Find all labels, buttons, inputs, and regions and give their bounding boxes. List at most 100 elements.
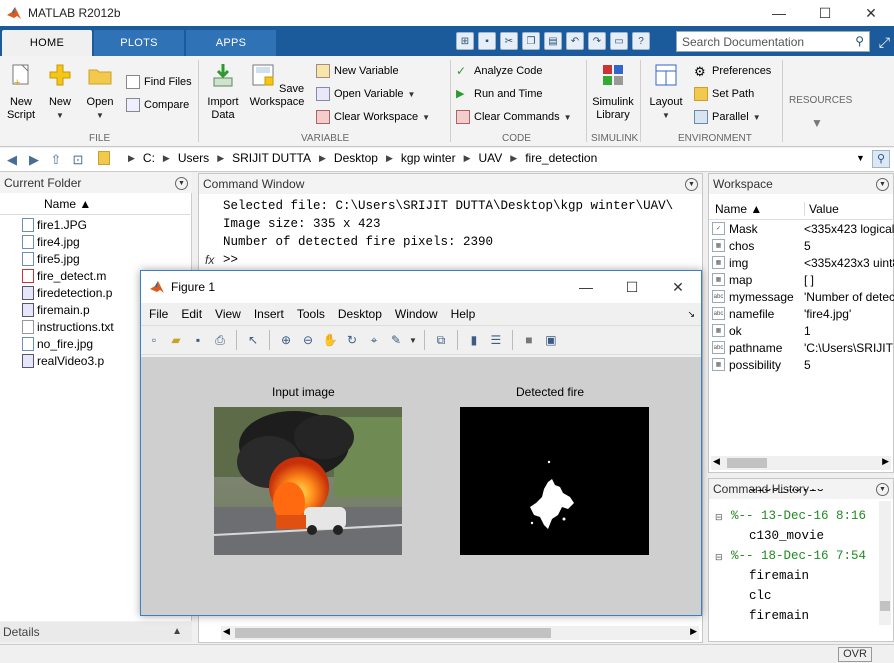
- history-item[interactable]: firemain: [749, 609, 809, 623]
- save-icon[interactable]: ▪: [478, 32, 496, 50]
- breadcrumb-item[interactable]: Desktop: [334, 151, 378, 165]
- new-script-button[interactable]: + New Script: [4, 62, 38, 122]
- value-column-header[interactable]: Value: [804, 202, 839, 216]
- list-item[interactable]: fire1.JPG: [22, 218, 87, 232]
- tab-apps[interactable]: APPS: [186, 30, 276, 56]
- new-figure-icon[interactable]: ▫: [145, 331, 163, 349]
- collapse-icon[interactable]: ⊟: [715, 552, 723, 563]
- breadcrumb-item[interactable]: kgp winter: [401, 151, 456, 165]
- figure-window[interactable]: Figure 1 — ☐ ✕ File Edit View Insert Too…: [140, 270, 702, 616]
- history-item[interactable]: clc: [749, 589, 772, 603]
- scrollbar-thumb[interactable]: [880, 601, 890, 611]
- menu-item-tools[interactable]: Tools: [297, 307, 325, 321]
- list-item[interactable]: instructions.txt: [22, 320, 114, 334]
- edit-plot-arrow-icon[interactable]: ↖: [244, 331, 262, 349]
- table-row[interactable]: abcpathname'C:\Users\SRIJIT D: [709, 340, 894, 357]
- table-row[interactable]: abc mymessage 'Number of detec: [709, 289, 894, 306]
- history-item[interactable]: firemain: [749, 569, 809, 583]
- redo-icon[interactable]: ↷: [588, 32, 606, 50]
- simulink-library-button[interactable]: Simulink Library: [590, 62, 636, 122]
- open-button[interactable]: Open ▼: [84, 62, 116, 122]
- browse-folder-icon[interactable]: ⊡: [68, 152, 88, 168]
- pan-hand-icon[interactable]: ✋: [321, 331, 339, 349]
- find-files-button[interactable]: Find Files: [126, 75, 192, 89]
- list-item[interactable]: firedetection.p: [22, 286, 112, 300]
- menu-item-desktop[interactable]: Desktop: [338, 307, 382, 321]
- scroll-left-icon[interactable]: ◀: [223, 626, 230, 637]
- history-session-header[interactable]: %-- 13-Dec-16 8:16: [731, 509, 866, 523]
- clear-workspace-caret-icon[interactable]: ▼: [422, 113, 430, 122]
- menu-item-window[interactable]: Window: [395, 307, 438, 321]
- minimize-button[interactable]: —: [563, 271, 609, 303]
- scrollbar-thumb[interactable]: [235, 628, 551, 638]
- name-column-header[interactable]: Name ▲: [0, 193, 192, 215]
- dock-figure-icon[interactable]: ↘: [687, 309, 695, 320]
- hide-plot-tools-icon[interactable]: ■: [520, 331, 538, 349]
- history-session-header[interactable]: %-- 18-Dec-16 7:54: [731, 549, 866, 563]
- table-row[interactable]: ▦ possibility 5: [709, 357, 894, 374]
- new-dropdown-caret-icon[interactable]: ▼: [56, 111, 64, 120]
- breadcrumb-item[interactable]: C:: [143, 151, 155, 165]
- switch-windows-icon[interactable]: ▭: [610, 32, 628, 50]
- cut-icon[interactable]: ✂: [500, 32, 518, 50]
- copy-icon[interactable]: ❐: [522, 32, 540, 50]
- list-item[interactable]: realVideo3.p: [22, 354, 104, 368]
- breadcrumb-item[interactable]: Users: [178, 151, 209, 165]
- list-item[interactable]: fire_detect.m: [22, 269, 106, 283]
- set-path-button[interactable]: Set Path: [694, 87, 754, 101]
- new-variable-button[interactable]: New Variable: [316, 64, 399, 78]
- zoom-out-icon[interactable]: ⊖: [299, 331, 317, 349]
- panel-menu-icon[interactable]: ▼: [876, 177, 889, 191]
- layout-caret-icon[interactable]: ▼: [662, 111, 670, 120]
- menu-item-edit[interactable]: Edit: [181, 307, 202, 321]
- command-prompt[interactable]: >>: [223, 253, 238, 267]
- address-dropdown-icon[interactable]: ▼: [856, 153, 865, 163]
- open-variable-caret-icon[interactable]: ▼: [408, 90, 416, 99]
- back-arrow-icon[interactable]: ◀: [2, 152, 22, 168]
- horizontal-scrollbar[interactable]: ◀ ▶: [221, 626, 699, 640]
- colorbar-icon[interactable]: ▮: [465, 331, 483, 349]
- parallel-button[interactable]: Parallel ▼: [694, 110, 761, 124]
- rotate-3d-icon[interactable]: ↻: [343, 331, 361, 349]
- shortcut-icon[interactable]: ⊞: [456, 32, 474, 50]
- menu-item-view[interactable]: View: [215, 307, 241, 321]
- collapse-icon[interactable]: ⊟: [715, 512, 723, 523]
- horizontal-scrollbar[interactable]: ◀ ▶: [711, 456, 891, 470]
- panel-menu-icon[interactable]: ▼: [876, 482, 889, 496]
- scrollbar-thumb[interactable]: [727, 458, 767, 468]
- new-button[interactable]: New ▼: [44, 62, 76, 122]
- analyze-code-button[interactable]: ✓ Analyze Code: [456, 64, 543, 78]
- list-item[interactable]: no_fire.jpg: [22, 337, 93, 351]
- table-row[interactable]: ▦ map[ ]: [709, 272, 894, 289]
- breadcrumb-item[interactable]: UAV: [479, 151, 503, 165]
- run-and-time-button[interactable]: ▶ Run and Time: [456, 87, 542, 101]
- table-row[interactable]: abc namefile'fire4.jpg': [709, 306, 894, 323]
- table-row[interactable]: ✓ Mask <335x423 logical: [709, 221, 894, 238]
- menu-item-file[interactable]: File: [149, 307, 168, 321]
- panel-menu-icon[interactable]: ▼: [175, 176, 188, 190]
- show-plot-tools-icon[interactable]: ▣: [542, 331, 560, 349]
- paste-icon[interactable]: ▤: [544, 32, 562, 50]
- maximize-button[interactable]: ☐: [802, 0, 848, 26]
- clear-workspace-button[interactable]: Clear Workspace ▼: [316, 110, 430, 124]
- details-panel-header[interactable]: Details ▲: [0, 622, 192, 642]
- parallel-caret-icon[interactable]: ▼: [753, 113, 761, 122]
- scroll-left-icon[interactable]: ◀: [713, 456, 720, 467]
- save-workspace-button[interactable]: Save Workspace: [248, 62, 306, 109]
- open-variable-button[interactable]: Open Variable ▼: [316, 87, 415, 101]
- table-row[interactable]: ▦ img <335x423x3 uint8: [709, 255, 894, 272]
- brush-icon[interactable]: ✎: [387, 331, 405, 349]
- legend-icon[interactable]: ☰: [487, 331, 505, 349]
- history-item[interactable]: c130_movie: [749, 529, 824, 543]
- search-icon[interactable]: ⚲: [855, 34, 864, 48]
- link-plot-icon[interactable]: ⧉: [432, 331, 450, 349]
- clear-commands-caret-icon[interactable]: ▼: [564, 113, 572, 122]
- import-data-button[interactable]: Import Data: [204, 62, 242, 122]
- scroll-right-icon[interactable]: ▶: [882, 456, 889, 467]
- resources-expand-icon[interactable]: ▼: [811, 116, 823, 130]
- table-row[interactable]: ▦ ok 1: [709, 323, 894, 340]
- up-folder-icon[interactable]: ⇧: [46, 152, 66, 168]
- clear-commands-button[interactable]: Clear Commands ▼: [456, 110, 572, 124]
- panel-menu-icon[interactable]: ▼: [685, 177, 698, 191]
- name-column-header[interactable]: Name ▲: [715, 202, 762, 216]
